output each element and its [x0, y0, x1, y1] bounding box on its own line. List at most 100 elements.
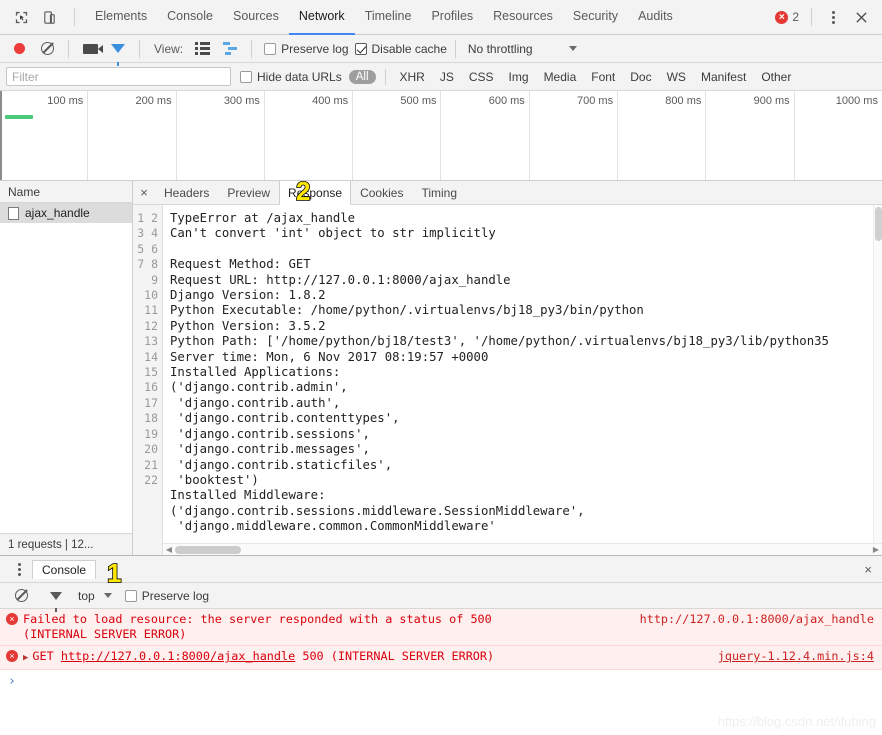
overview-left-handle[interactable]	[0, 91, 2, 180]
list-view-icon[interactable]	[189, 37, 215, 61]
camera-icon[interactable]	[77, 37, 103, 61]
overview-tick: 600 ms	[488, 95, 525, 107]
close-drawer-icon[interactable]: ×	[864, 562, 876, 577]
filter-type-ws[interactable]: WS	[662, 69, 691, 85]
clear-icon[interactable]	[34, 37, 60, 61]
error-count-label: 2	[792, 10, 799, 24]
tab-resources[interactable]: Resources	[483, 0, 563, 35]
inspect-icon[interactable]	[8, 5, 34, 29]
tab-timing[interactable]: Timing	[412, 181, 466, 204]
filter-type-xhr[interactable]: XHR	[395, 69, 430, 85]
response-horizontal-scrollbar[interactable]: ◀ ▶	[163, 543, 882, 555]
close-devtools-icon[interactable]	[848, 5, 874, 29]
tab-headers[interactable]: Headers	[155, 181, 218, 204]
filter-type-doc[interactable]: Doc	[625, 69, 656, 85]
scrollbar-thumb[interactable]	[175, 545, 241, 554]
filter-type-css[interactable]: CSS	[464, 69, 499, 85]
filter-input[interactable]	[6, 67, 231, 86]
tab-profiles[interactable]: Profiles	[421, 0, 483, 35]
console-request-status: 500	[302, 649, 324, 663]
tab-network[interactable]: Network	[288, 0, 355, 35]
console-message-source[interactable]: jquery-1.12.4.min.js:4	[718, 649, 874, 664]
tab-security[interactable]: Security	[563, 0, 628, 35]
filter-type-all[interactable]: All	[348, 69, 376, 84]
overview-tick: 500 ms	[400, 95, 437, 107]
tab-console[interactable]: Console	[157, 0, 223, 35]
divider	[139, 39, 140, 58]
hide-data-urls-label: Hide data URLs	[257, 69, 342, 84]
overview-cell: 100 ms	[0, 91, 89, 180]
funnel-icon[interactable]	[105, 37, 131, 66]
filter-type-img[interactable]: Img	[504, 69, 534, 85]
filter-type-js[interactable]: JS	[435, 69, 459, 85]
preserve-log-checkbox[interactable]: Preserve log	[264, 42, 349, 56]
clear-console-icon[interactable]	[8, 584, 34, 608]
console-message-text: Failed to load resource: the server resp…	[23, 612, 628, 642]
console-message-source[interactable]: http://127.0.0.1:8000/ajax_handle	[640, 612, 874, 627]
tab-preview[interactable]: Preview	[218, 181, 279, 204]
filter-type-other[interactable]: Other	[756, 69, 796, 85]
more-options-icon[interactable]	[820, 5, 846, 29]
throttling-label: No throttling	[467, 41, 533, 56]
overview-cell: 400 ms	[265, 91, 354, 180]
console-request-url[interactable]: http://127.0.0.1:8000/ajax_handle	[61, 649, 295, 663]
hide-data-urls-checkbox[interactable]: Hide data URLs	[240, 70, 342, 84]
tab-sources[interactable]: Sources	[223, 0, 289, 35]
record-icon[interactable]	[6, 37, 32, 61]
response-vertical-scrollbar[interactable]	[873, 205, 882, 543]
filter-type-media[interactable]: Media	[539, 69, 582, 85]
network-overview-timeline[interactable]: 100 ms 200 ms 300 ms 400 ms 500 ms 600 m…	[0, 91, 882, 181]
response-text[interactable]: TypeError at /ajax_handle Can't convert …	[163, 205, 882, 555]
tab-cookies[interactable]: Cookies	[351, 181, 412, 204]
console-message-row[interactable]: × ▶ GET http://127.0.0.1:8000/ajax_handle…	[0, 646, 882, 670]
filter-type-manifest[interactable]: Manifest	[696, 69, 751, 85]
expand-triangle-icon[interactable]: ▶	[23, 653, 28, 663]
tab-response[interactable]: Response	[279, 181, 352, 205]
tab-elements[interactable]: Elements	[85, 0, 157, 35]
overview-tick: 1000 ms	[835, 95, 878, 107]
prompt-symbol: ›	[8, 673, 16, 689]
console-message-row[interactable]: × Failed to load resource: the server re…	[0, 609, 882, 646]
error-icon: ×	[6, 650, 18, 662]
device-toggle-icon[interactable]	[36, 5, 62, 29]
divider	[811, 8, 812, 26]
checkbox-box	[354, 42, 367, 55]
console-request-status-text: (INTERNAL SERVER ERROR)	[330, 649, 495, 663]
checkbox-box	[124, 589, 137, 602]
overview-cell: 500 ms	[353, 91, 442, 180]
tab-audits[interactable]: Audits	[628, 0, 683, 35]
throttling-select[interactable]: No throttling	[468, 42, 577, 56]
disable-cache-checkbox[interactable]: Disable cache	[354, 42, 447, 56]
divider	[454, 39, 456, 58]
response-body: 1 2 3 4 5 6 7 8 9 10 11 12 13 14 15 16 1…	[133, 205, 882, 555]
request-row-ajax-handle[interactable]: ajax_handle	[0, 203, 132, 223]
console-preserve-log-checkbox[interactable]: Preserve log	[124, 589, 209, 603]
console-funnel-icon[interactable]	[43, 584, 69, 612]
console-context-label[interactable]: top	[78, 589, 95, 603]
network-split: Name ajax_handle 1 requests | 12... × He…	[0, 181, 882, 555]
request-rows: ajax_handle	[0, 203, 132, 533]
console-input-prompt[interactable]: ›	[0, 670, 882, 692]
network-filter-bar: Hide data URLs All XHR JS CSS Img Media …	[0, 63, 882, 91]
chevron-down-icon[interactable]	[103, 593, 112, 598]
chevron-down-icon	[568, 46, 577, 51]
waterfall-view-icon[interactable]	[217, 37, 243, 61]
drawer-menu-icon[interactable]	[6, 557, 32, 581]
error-icon: ×	[775, 10, 789, 24]
checkbox-box	[240, 70, 252, 83]
overview-tick: 900 ms	[753, 95, 790, 107]
scroll-right-icon[interactable]: ▶	[870, 545, 882, 554]
overview-cell: 800 ms	[618, 91, 707, 180]
devtools-window: Elements Console Sources Network Timelin…	[0, 0, 882, 735]
error-count-badge[interactable]: × 2	[771, 10, 803, 24]
overview-tick: 400 ms	[312, 95, 349, 107]
drawer-tab-console[interactable]: Console	[32, 560, 97, 579]
scroll-left-icon[interactable]: ◀	[163, 545, 175, 554]
devtools-main-tabs: Elements Console Sources Network Timelin…	[85, 0, 683, 35]
filter-type-font[interactable]: Font	[586, 69, 620, 85]
request-list-header[interactable]: Name	[0, 181, 132, 203]
tab-timeline[interactable]: Timeline	[355, 0, 422, 35]
checkbox-box	[264, 42, 277, 55]
close-detail-icon[interactable]: ×	[133, 181, 155, 204]
request-name-label: ajax_handle	[25, 206, 90, 220]
